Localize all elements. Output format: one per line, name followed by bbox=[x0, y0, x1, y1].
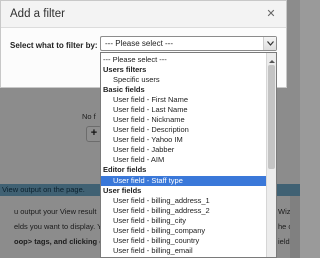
scroll-up-icon[interactable] bbox=[267, 53, 276, 63]
filter-select-value: --- Please select --- bbox=[105, 39, 174, 48]
dropdown-option[interactable]: User field - billing_company bbox=[101, 226, 266, 236]
dropdown-scrollbar[interactable] bbox=[266, 53, 276, 257]
dropdown-option[interactable]: User field - AIM bbox=[101, 155, 266, 165]
filter-dropdown-list: --- Please select --- Users filters Specif… bbox=[100, 52, 277, 258]
dropdown-group-header: User fields bbox=[103, 186, 142, 195]
dropdown-option[interactable]: --- Please select --- bbox=[101, 55, 266, 65]
dropdown-option[interactable]: User field - First Name bbox=[101, 95, 266, 105]
dropdown-option[interactable]: User field - billing_city bbox=[101, 216, 266, 226]
dropdown-group-header: Users filters bbox=[103, 65, 147, 74]
filter-select[interactable]: --- Please select --- bbox=[100, 36, 277, 51]
dropdown-option[interactable]: User field - Jabber bbox=[101, 145, 266, 155]
dropdown-option[interactable]: User field - Description bbox=[101, 125, 266, 135]
dropdown-option[interactable]: User field - billing_address_1 bbox=[101, 196, 266, 206]
dropdown-option[interactable]: User field - Staff type bbox=[101, 176, 266, 186]
dropdown-option[interactable]: Specific users bbox=[101, 75, 266, 85]
dropdown-group-header: Editor fields bbox=[103, 165, 147, 174]
dropdown-option[interactable]: User field - Nickname bbox=[101, 115, 266, 125]
dropdown-option[interactable]: User field - billing_email bbox=[101, 246, 266, 256]
close-icon[interactable]: ✕ bbox=[264, 7, 278, 21]
dropdown-group-header: Basic fields bbox=[103, 85, 145, 94]
scrollbar-thumb[interactable] bbox=[268, 65, 275, 169]
dropdown-option[interactable]: User field - Yahoo IM bbox=[101, 135, 266, 145]
dropdown-option[interactable]: User field - billing_address_2 bbox=[101, 206, 266, 216]
dialog-title: Add a filter bbox=[10, 8, 65, 20]
dropdown-option[interactable]: User field - billing_country bbox=[101, 236, 266, 246]
filter-by-label: Select what to filter by: bbox=[10, 41, 98, 50]
dropdown-option[interactable]: User field - Last Name bbox=[101, 105, 266, 115]
chevron-down-icon[interactable] bbox=[263, 37, 276, 50]
